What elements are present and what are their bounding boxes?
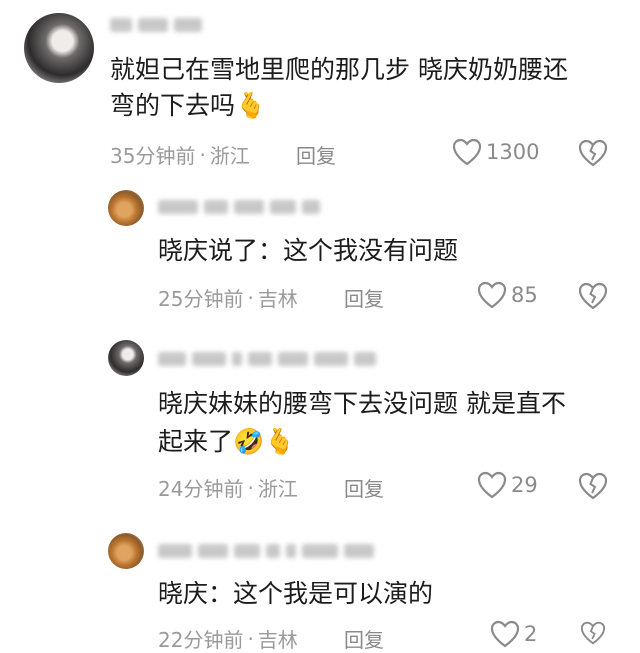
like-button[interactable]: 29 (477, 471, 538, 499)
comment-location: 吉林 (257, 287, 298, 311)
broken-heart-icon[interactable] (578, 472, 608, 500)
heart-outline-icon (477, 281, 507, 309)
avatar[interactable] (24, 13, 94, 83)
reply-button[interactable]: 回复 (344, 283, 384, 312)
avatar[interactable] (108, 340, 144, 376)
comment-location: 浙江 (209, 144, 250, 168)
comment-time: 22分钟前 (158, 628, 244, 652)
broken-heart-icon[interactable] (578, 139, 608, 167)
like-button[interactable]: 1300 (452, 138, 539, 166)
like-button[interactable]: 85 (477, 281, 538, 309)
heart-outline-icon (490, 620, 520, 648)
comment-time: 25分钟前 (158, 287, 244, 311)
like-count: 2 (524, 622, 538, 646)
reply-button[interactable]: 回复 (344, 624, 384, 653)
comment-text-line1: 晓庆：这个我是可以演的 (158, 579, 434, 608)
separator-dot: · (199, 142, 206, 167)
heart-outline-icon (477, 471, 507, 499)
separator-dot: · (247, 285, 254, 310)
comment-time: 35分钟前 (110, 144, 196, 168)
reply-button[interactable]: 回复 (296, 140, 336, 169)
like-count: 29 (511, 473, 538, 497)
avatar[interactable] (108, 533, 144, 569)
comment-meta: 25分钟前 · 吉林 (158, 283, 298, 312)
comment-location: 浙江 (257, 477, 298, 501)
username-blurred[interactable] (158, 200, 320, 214)
broken-heart-icon[interactable] (578, 621, 608, 645)
comment-time: 24分钟前 (158, 477, 244, 501)
comment-text-line2: 起来了🤣🫰 (158, 427, 296, 456)
comment-location: 吉林 (257, 628, 298, 652)
separator-dot: · (247, 626, 254, 651)
comment-meta: 35分钟前 · 浙江 (110, 140, 250, 169)
heart-outline-icon (452, 138, 482, 166)
comment-text-line2: 弯的下去吗🫰 (110, 91, 267, 120)
username-blurred[interactable] (158, 352, 376, 366)
like-count: 85 (511, 283, 538, 307)
avatar[interactable] (108, 190, 144, 226)
comment-meta: 24分钟前 · 浙江 (158, 473, 298, 502)
comment-text-line1: 就妲己在雪地里爬的那几步 晓庆奶奶腰还 (110, 55, 568, 84)
like-button[interactable]: 2 (490, 620, 537, 648)
comment-meta: 22分钟前 · 吉林 (158, 624, 298, 653)
comment-text-line1: 晓庆说了：这个我没有问题 (158, 236, 459, 265)
username-blurred[interactable] (158, 544, 374, 558)
separator-dot: · (247, 475, 254, 500)
comment-text-line1: 晓庆妹妹的腰弯下去没问题 就是直不 (158, 389, 566, 418)
username-blurred[interactable] (110, 18, 202, 32)
broken-heart-icon[interactable] (578, 282, 608, 310)
reply-button[interactable]: 回复 (344, 473, 384, 502)
like-count: 1300 (486, 140, 540, 164)
